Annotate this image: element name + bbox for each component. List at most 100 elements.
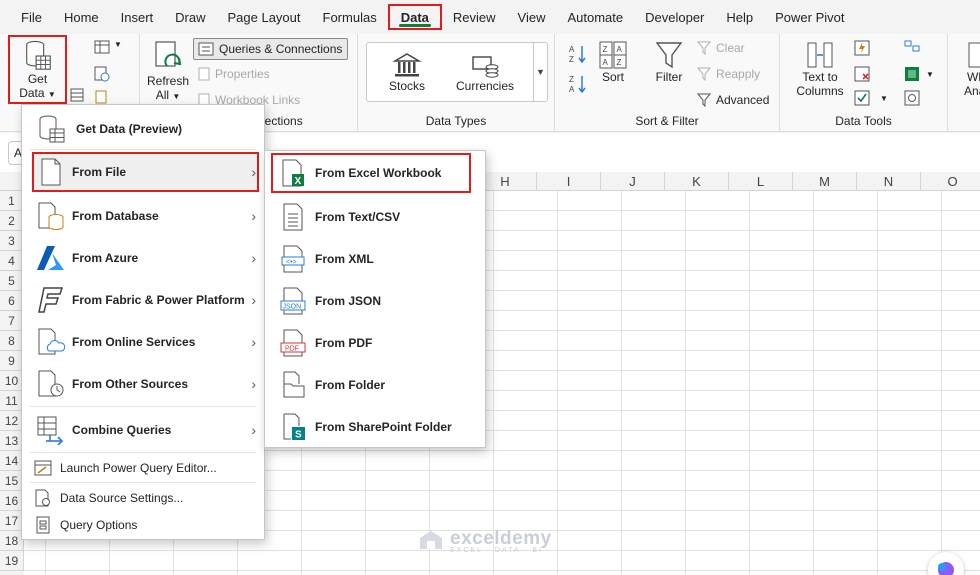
properties-button[interactable]: Properties	[198, 63, 270, 85]
menu-item-label: From XML	[315, 252, 374, 266]
menu-item-get-data-preview[interactable]: Get Data (Preview)	[22, 111, 264, 147]
advanced-button[interactable]: Advanced	[697, 89, 769, 111]
tab-label: Developer	[645, 9, 705, 25]
clear-button[interactable]: Clear	[697, 37, 745, 59]
tab-insert[interactable]: Insert	[110, 4, 165, 30]
tab-file[interactable]: File	[10, 4, 53, 30]
menu-item-label: From JSON	[315, 294, 382, 308]
copilot-button[interactable]	[928, 552, 964, 575]
sort-filter-group: Sort & Filter AZ ZA ZAAZ Sort Filter Cle…	[555, 34, 780, 132]
stocks-button[interactable]: Stocks	[383, 51, 431, 93]
tab-page-layout[interactable]: Page Layout	[217, 4, 312, 30]
data-tools-label: Data Tools	[835, 114, 892, 128]
recent-sources-icon[interactable]	[94, 90, 108, 104]
menu-item-launch-power-query-editor[interactable]: Launch Power Query Editor...	[22, 455, 264, 481]
chevron-down-icon: ▼	[114, 40, 122, 49]
tab-home[interactable]: Home	[53, 4, 110, 30]
pdf-icon: PDF	[279, 328, 309, 358]
filter-button[interactable]: Filter	[649, 40, 689, 84]
menu-item-from-xml[interactable]: <•> From XML	[265, 239, 485, 279]
get-data-button[interactable]: Get Data ▼	[8, 35, 67, 104]
sort-az-icon[interactable]: AZ	[569, 44, 587, 64]
text-csv-icon	[279, 202, 309, 232]
menu-item-from-database[interactable]: From Database ›	[22, 196, 264, 236]
chevron-down-icon: ▼	[926, 70, 934, 79]
menu-item-from-file[interactable]: From File ›	[22, 154, 264, 190]
consolidate-icon[interactable]	[904, 40, 920, 56]
menu-item-from-folder[interactable]: From Folder	[265, 365, 485, 405]
sort-button[interactable]: ZAAZ Sort	[597, 40, 629, 84]
column-header-o[interactable]: O	[921, 172, 980, 191]
menu-item-from-sharepoint-folder[interactable]: S From SharePoint Folder	[265, 407, 485, 447]
what-if-analysis-button[interactable]: Wh Anal	[956, 40, 980, 98]
sort-za-icon[interactable]: ZA	[569, 74, 587, 94]
flash-fill-icon[interactable]	[854, 40, 870, 56]
tab-automate[interactable]: Automate	[556, 4, 634, 30]
relationships-icon[interactable]	[904, 66, 920, 82]
from-table-icon[interactable]	[70, 88, 84, 102]
row-header[interactable]: 19	[0, 551, 24, 571]
manage-data-model-icon[interactable]	[904, 90, 920, 106]
data-tools-group: Data Tools Text to Columns ▼ ▼	[780, 34, 948, 132]
data-validation-icon[interactable]	[854, 90, 870, 106]
svg-text:Z: Z	[603, 45, 608, 54]
reapply-button[interactable]: Reapply	[697, 63, 760, 85]
menu-item-label: Combine Queries	[72, 423, 172, 437]
tab-review[interactable]: Review	[442, 4, 507, 30]
tab-data[interactable]: Data	[387, 4, 442, 30]
query-options-icon	[32, 514, 54, 536]
menu-item-label: From Azure	[72, 251, 139, 265]
filter-label: Filter	[655, 70, 683, 84]
menu-item-label: From Folder	[315, 378, 386, 392]
menu-item-from-other-sources[interactable]: From Other Sources ›	[22, 364, 264, 404]
column-header-m[interactable]: M	[793, 172, 857, 191]
excel-window: File Home Insert Draw Page Layout Formul…	[0, 0, 980, 575]
watermark-sub: EXCEL · DATA · BI	[450, 547, 543, 554]
column-header-k[interactable]: K	[665, 172, 729, 191]
menu-item-from-azure[interactable]: From Azure ›	[22, 238, 264, 278]
refresh-all-button[interactable]: Refresh All ▼	[146, 40, 190, 104]
refresh-icon	[155, 41, 182, 67]
database-table-icon	[25, 40, 51, 70]
tab-draw[interactable]: Draw	[164, 4, 216, 30]
menu-item-from-excel-workbook[interactable]: X From Excel Workbook	[265, 155, 485, 191]
tab-developer[interactable]: Developer	[634, 4, 715, 30]
column-header-i[interactable]: I	[537, 172, 601, 191]
chevron-right-icon: ›	[251, 208, 256, 224]
tab-label: Review	[452, 9, 496, 25]
tab-formulas[interactable]: Formulas	[312, 4, 388, 30]
menu-item-from-online-services[interactable]: From Online Services ›	[22, 322, 264, 362]
sort-filter-label: Sort & Filter	[635, 114, 699, 128]
menu-item-combine-queries[interactable]: Combine Queries ›	[22, 410, 264, 450]
menu-item-label: From PDF	[315, 336, 373, 350]
from-text-icon[interactable]	[94, 40, 110, 54]
menu-item-label: Query Options	[60, 518, 138, 532]
menu-item-from-pdf[interactable]: PDF From PDF	[265, 323, 485, 363]
chevron-right-icon: ›	[251, 292, 256, 308]
queries-connections-button[interactable]: Queries & Connections	[193, 38, 348, 60]
svg-text:<•>: <•>	[286, 259, 297, 266]
menu-item-data-source-settings[interactable]: Data Source Settings...	[22, 485, 264, 511]
from-web-icon[interactable]	[94, 66, 110, 82]
column-header-j[interactable]: J	[601, 172, 665, 191]
column-header-l[interactable]: L	[729, 172, 793, 191]
tab-power-pivot[interactable]: Power Pivot	[764, 4, 855, 30]
database-icon	[36, 201, 66, 231]
sort-label: Sort	[601, 70, 624, 84]
currencies-button[interactable]: Currencies	[455, 51, 515, 93]
menu-item-from-fabric-power-platform[interactable]: From Fabric & Power Platform ›	[22, 280, 264, 320]
text-to-columns-button[interactable]: Text to Columns	[794, 40, 846, 98]
tab-view[interactable]: View	[507, 4, 557, 30]
active-tab-underline	[398, 24, 431, 27]
menu-item-from-json[interactable]: JSON From JSON	[265, 281, 485, 321]
tab-help[interactable]: Help	[715, 4, 764, 30]
column-header-n[interactable]: N	[857, 172, 921, 191]
menu-item-query-options[interactable]: Query Options	[22, 512, 264, 538]
what-if-icon	[968, 42, 980, 68]
advanced-filter-icon	[697, 93, 711, 107]
menu-item-from-text-csv[interactable]: From Text/CSV	[265, 197, 485, 237]
gallery-expand-button[interactable]: ▼	[533, 43, 547, 101]
copilot-icon	[938, 562, 954, 575]
remove-duplicates-icon[interactable]	[854, 66, 870, 82]
text-to-columns-label-2: Columns	[796, 84, 844, 98]
